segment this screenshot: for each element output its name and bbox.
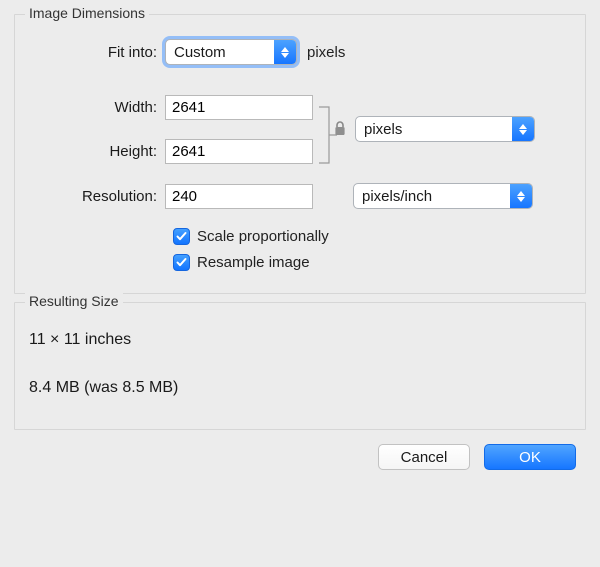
ok-button[interactable]: OK — [484, 444, 576, 470]
resolution-label: Resolution: — [35, 188, 165, 205]
wh-units-value: pixels — [356, 121, 512, 138]
image-dimensions-title: Image Dimensions — [25, 5, 149, 21]
image-dimensions-group: Image Dimensions Fit into: Custom pixels… — [14, 14, 586, 294]
dialog-buttons: Cancel OK — [0, 438, 600, 470]
width-label: Width: — [35, 99, 165, 116]
resolution-units-select[interactable]: pixels/inch — [353, 183, 533, 209]
resulting-size-dimensions: 11 × 11 inches — [29, 331, 571, 349]
cancel-button[interactable]: Cancel — [378, 444, 470, 470]
height-label: Height: — [35, 143, 165, 160]
chevron-updown-icon — [512, 117, 534, 141]
resample-image-label: Resample image — [197, 254, 310, 271]
resample-image-checkbox[interactable] — [173, 254, 190, 271]
resolution-units-value: pixels/inch — [354, 188, 510, 205]
fit-into-units: pixels — [297, 44, 345, 61]
scale-proportionally-label: Scale proportionally — [197, 228, 329, 245]
resolution-input[interactable] — [165, 184, 313, 209]
wh-units-select[interactable]: pixels — [355, 116, 535, 142]
resulting-size-group: Resulting Size 11 × 11 inches 8.4 MB (wa… — [14, 302, 586, 430]
fit-into-select[interactable]: Custom — [165, 39, 297, 65]
chevron-updown-icon — [274, 40, 296, 64]
width-input[interactable] — [165, 95, 313, 120]
fit-into-value: Custom — [166, 44, 274, 61]
resulting-size-title: Resulting Size — [25, 293, 123, 309]
link-wh-bracket — [317, 95, 345, 163]
chevron-updown-icon — [510, 184, 532, 208]
fit-into-label: Fit into: — [35, 44, 165, 61]
height-input[interactable] — [165, 139, 313, 164]
scale-proportionally-checkbox[interactable] — [173, 228, 190, 245]
resulting-size-file: 8.4 MB (was 8.5 MB) — [29, 379, 571, 397]
